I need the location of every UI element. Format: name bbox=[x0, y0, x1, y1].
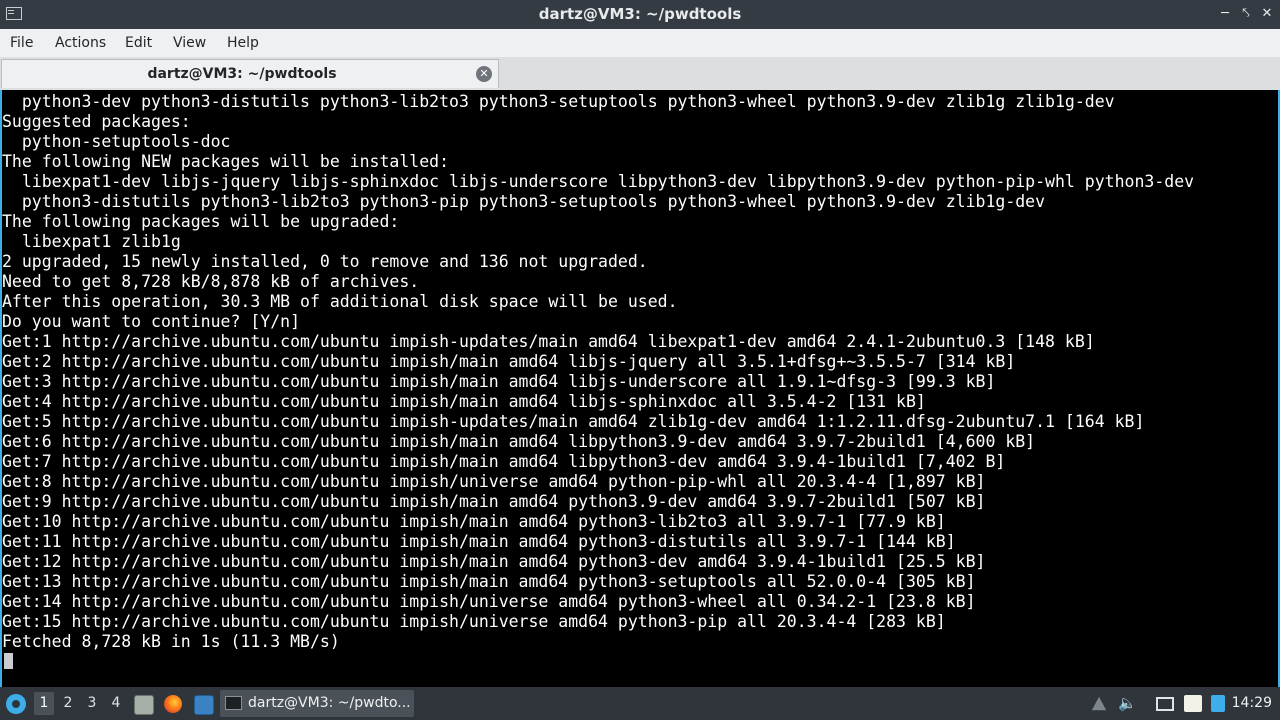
file-manager-icon[interactable] bbox=[134, 695, 154, 715]
workspace-3[interactable]: 3 bbox=[82, 692, 102, 715]
clock[interactable]: 14:29 bbox=[1232, 687, 1272, 720]
terminal-line: Get:15 http://archive.ubuntu.com/ubuntu … bbox=[2, 612, 946, 631]
menu-view[interactable]: View bbox=[173, 29, 206, 57]
menu-bar: File Actions Edit View Help bbox=[0, 29, 1280, 57]
terminal-line: Get:6 http://archive.ubuntu.com/ubuntu i… bbox=[2, 432, 1036, 451]
terminal-line: Get:9 http://archive.ubuntu.com/ubuntu i… bbox=[2, 492, 986, 511]
terminal-icon bbox=[225, 696, 242, 710]
terminal-line: The following NEW packages will be insta… bbox=[2, 152, 450, 171]
terminal-line: Get:4 http://archive.ubuntu.com/ubuntu i… bbox=[2, 392, 926, 411]
terminal-line: Do you want to continue? [Y/n] bbox=[2, 312, 301, 331]
terminal-line: Get:13 http://archive.ubuntu.com/ubuntu … bbox=[2, 572, 976, 591]
tab-terminal[interactable]: dartz@VM3: ~/pwdtools ✕ bbox=[1, 59, 499, 88]
terminal-line: The following packages will be upgraded: bbox=[2, 212, 400, 231]
terminal-line: 2 upgraded, 15 newly installed, 0 to rem… bbox=[2, 252, 648, 271]
clipboard-icon[interactable] bbox=[1184, 695, 1202, 712]
tab-bar: dartz@VM3: ~/pwdtools ✕ bbox=[0, 57, 1280, 90]
display-icon[interactable] bbox=[1156, 697, 1174, 711]
terminal-line: Need to get 8,728 kB/8,878 kB of archive… bbox=[2, 272, 420, 291]
terminal-line: Get:5 http://archive.ubuntu.com/ubuntu i… bbox=[2, 412, 1145, 431]
taskbar-task-terminal[interactable]: dartz@VM3: ~/pwdto... bbox=[220, 690, 414, 717]
close-icon[interactable]: ✕ bbox=[1259, 6, 1275, 22]
terminal-line: libexpat1 zlib1g bbox=[2, 232, 181, 251]
terminal-line: python-setuptools-doc bbox=[2, 132, 231, 151]
taskbar: 1 2 3 4 dartz@VM3: ~/pwdto... 🔈 14:29 bbox=[0, 687, 1280, 720]
maximize-icon[interactable]: ⤣ bbox=[1238, 6, 1254, 22]
minimize-icon[interactable]: ─ bbox=[1217, 6, 1233, 22]
menu-file[interactable]: File bbox=[10, 29, 33, 57]
terminal-line: After this operation, 30.3 MB of additio… bbox=[2, 292, 678, 311]
start-menu-icon[interactable] bbox=[6, 694, 26, 714]
terminal-line: Get:11 http://archive.ubuntu.com/ubuntu … bbox=[2, 532, 956, 551]
terminal-cursor bbox=[4, 653, 13, 669]
tab-close-icon[interactable]: ✕ bbox=[476, 66, 492, 82]
terminal-line: Get:12 http://archive.ubuntu.com/ubuntu … bbox=[2, 552, 986, 571]
notifications-icon[interactable] bbox=[1091, 696, 1107, 711]
menu-edit[interactable]: Edit bbox=[125, 29, 152, 57]
terminal-line: Get:8 http://archive.ubuntu.com/ubuntu i… bbox=[2, 472, 986, 491]
window-title: dartz@VM3: ~/pwdtools bbox=[538, 5, 742, 23]
workspace-4[interactable]: 4 bbox=[106, 692, 126, 715]
terminal-line: Get:10 http://archive.ubuntu.com/ubuntu … bbox=[2, 512, 946, 531]
workspace-2[interactable]: 2 bbox=[58, 692, 78, 715]
menu-help[interactable]: Help bbox=[227, 29, 259, 57]
terminal-view[interactable]: python3-dev python3-distutils python3-li… bbox=[0, 90, 1280, 687]
terminal-line: Suggested packages: bbox=[2, 112, 191, 131]
terminal-line: Fetched 8,728 kB in 1s (11.3 MB/s) bbox=[2, 632, 340, 651]
terminal-line: Get:7 http://archive.ubuntu.com/ubuntu i… bbox=[2, 452, 1006, 471]
task-label: dartz@VM3: ~/pwdto... bbox=[248, 695, 411, 711]
menu-actions[interactable]: Actions bbox=[55, 29, 106, 57]
terminal-output: python3-dev python3-distutils python3-li… bbox=[2, 92, 1278, 672]
tab-label: dartz@VM3: ~/pwdtools bbox=[147, 66, 337, 82]
terminal-line: Get:1 http://archive.ubuntu.com/ubuntu i… bbox=[2, 332, 1095, 351]
window-titlebar[interactable]: dartz@VM3: ~/pwdtools ─ ⤣ ✕ bbox=[0, 0, 1280, 29]
terminal-line: Get:2 http://archive.ubuntu.com/ubuntu i… bbox=[2, 352, 1016, 371]
terminal-line: python3-distutils python3-lib2to3 python… bbox=[2, 192, 1046, 211]
desktop-icon[interactable] bbox=[194, 695, 214, 715]
volume-icon[interactable]: 🔈 bbox=[1118, 695, 1137, 712]
terminal-line: Get:14 http://archive.ubuntu.com/ubuntu … bbox=[2, 592, 976, 611]
terminal-line: python3-dev python3-distutils python3-li… bbox=[2, 92, 1115, 111]
network-icon[interactable] bbox=[1211, 695, 1225, 712]
terminal-line: libexpat1-dev libjs-jquery libjs-sphinxd… bbox=[2, 172, 1195, 191]
firefox-icon[interactable] bbox=[164, 695, 182, 713]
workspace-1[interactable]: 1 bbox=[34, 692, 54, 715]
terminal-line: Get:3 http://archive.ubuntu.com/ubuntu i… bbox=[2, 372, 996, 391]
